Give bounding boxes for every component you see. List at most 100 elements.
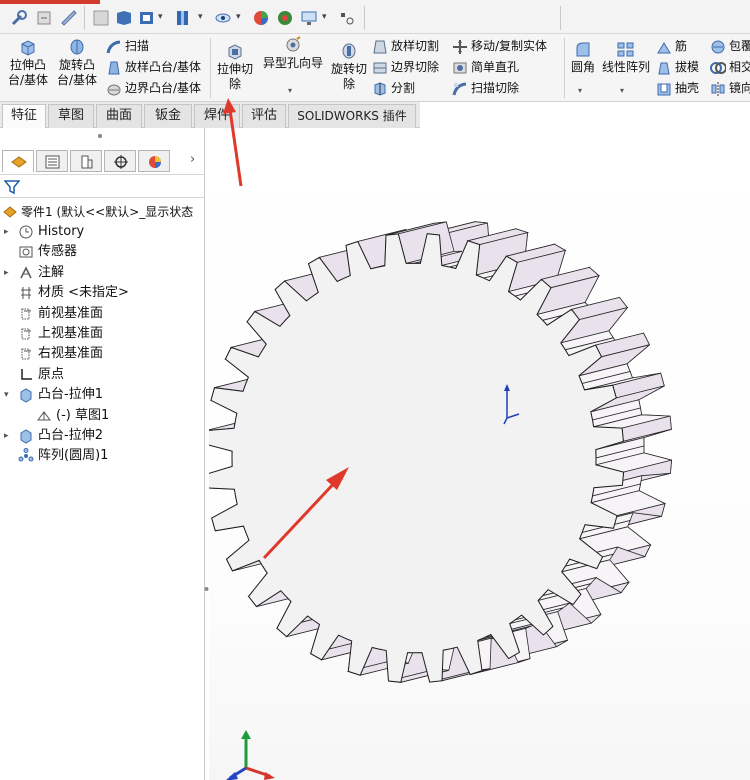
monitor-icon[interactable] <box>300 9 318 27</box>
loft-cut-button[interactable]: 放样切割 <box>372 38 439 55</box>
tab-configuration-manager[interactable] <box>70 150 102 172</box>
chevron-down-icon[interactable]: ▾ <box>236 12 241 22</box>
simple-hole-label: 简单直孔 <box>471 60 520 74</box>
loft-boss-button[interactable]: 放样凸台/基体 <box>106 59 201 76</box>
extrude-boss-button[interactable]: 拉伸凸 台/基体 <box>6 38 50 88</box>
tree-item-label: (-) 草图1 <box>56 407 110 423</box>
gear-model[interactable] <box>209 128 750 780</box>
sweep-icon <box>106 40 121 53</box>
intersect-label: 相交 <box>729 60 750 74</box>
sketch-icon <box>37 410 51 421</box>
boundary-boss-button[interactable]: 边界凸台/基体 <box>106 80 201 97</box>
split-icon <box>374 81 386 96</box>
plane-icon <box>21 308 31 320</box>
tab-surfaces[interactable]: 曲面 <box>96 104 142 128</box>
tab-sheet-metal[interactable]: 钣金 <box>144 104 192 128</box>
tree-item-label: 原点 <box>38 366 65 382</box>
annotation-arrow <box>223 98 243 187</box>
chevron-right-icon[interactable]: › <box>190 152 195 167</box>
circular-pattern-icon <box>18 448 34 462</box>
linear-pattern-icon <box>617 42 634 57</box>
move-copy-icon <box>453 39 467 54</box>
filter-icon[interactable] <box>4 179 20 195</box>
chevron-down-icon[interactable]: ▾ <box>288 86 292 95</box>
tab-property-manager[interactable] <box>36 150 68 172</box>
mirror-icon <box>711 81 725 96</box>
panel-tabs: › <box>0 150 205 172</box>
tab-display-manager[interactable] <box>138 150 170 172</box>
measure-icon[interactable] <box>60 9 78 27</box>
display-manager-icon <box>149 156 161 168</box>
intersect-button[interactable]: 相交 <box>710 59 750 76</box>
sweep-cut-icon <box>452 82 467 95</box>
sweep-cut-button[interactable]: 扫描切除 <box>452 80 519 97</box>
chevron-down-icon[interactable]: ▾ <box>578 86 582 95</box>
hole-wizard-button[interactable]: 异型孔向导 <box>258 36 328 71</box>
scene-icon[interactable] <box>276 9 294 27</box>
sweep-label: 扫描 <box>125 39 150 53</box>
rebuild-icon[interactable] <box>36 9 54 27</box>
revolve-boss-button[interactable]: 旋转凸 台/基体 <box>54 38 100 88</box>
tree-item-label: 材质 <未指定> <box>38 285 129 301</box>
tab-solidworks-addins[interactable]: SOLIDWORKS 插件 <box>288 104 416 128</box>
view-settings-icon[interactable] <box>338 9 356 27</box>
chevron-right-icon[interactable]: ▸ <box>4 222 14 242</box>
shell-icon <box>657 83 671 95</box>
chevron-down-icon[interactable]: ▾ <box>322 12 327 22</box>
separator <box>364 6 365 30</box>
loft-cut-icon <box>373 40 387 53</box>
draft-icon <box>658 62 670 74</box>
view-icon[interactable] <box>115 9 133 27</box>
boss-extrude-icon <box>20 429 32 444</box>
chevron-down-icon[interactable]: ▾ <box>158 12 163 22</box>
extrude-cut-button[interactable]: 拉伸切 除 <box>214 42 256 92</box>
revolve-cut-label: 旋转切 除 <box>330 62 367 91</box>
wrap-button[interactable]: 包覆 <box>710 38 750 55</box>
draft-button[interactable]: 拔模 <box>656 59 699 76</box>
panel-grip[interactable] <box>98 134 102 138</box>
section-view-icon[interactable] <box>174 9 192 27</box>
linear-pattern-button[interactable]: 线性阵列 <box>600 40 652 75</box>
simple-hole-button[interactable]: 简单直孔 <box>452 59 519 76</box>
move-copy-body-button[interactable]: 移动/复制实体 <box>452 38 547 55</box>
boundary-cut-icon <box>373 62 387 73</box>
annotation-icon <box>20 266 32 279</box>
tab-dimxpert[interactable] <box>104 150 136 172</box>
mirror-button[interactable]: 镜向 <box>710 80 750 97</box>
options-icon[interactable] <box>10 9 28 27</box>
rib-button[interactable]: 筋 <box>656 38 687 55</box>
linear-pattern-label: 线性阵列 <box>601 60 650 74</box>
tab-feature-tree[interactable] <box>2 150 34 172</box>
title-accent <box>0 0 100 4</box>
feature-manager-panel: › 零件1 (默认<<默认>_显示状态 ▸ History 传感器 ▸ 注解 材质 <未指… <box>0 128 209 780</box>
chevron-down-icon[interactable]: ▾ <box>4 385 14 405</box>
revolve-cut-icon <box>342 43 356 59</box>
sweep-button[interactable]: 扫描 <box>106 38 149 55</box>
shell-label: 抽壳 <box>675 81 700 95</box>
simple-hole-icon <box>453 62 467 73</box>
revolve-cut-button[interactable]: 旋转切 除 <box>328 42 370 92</box>
chevron-right-icon[interactable]: ▸ <box>4 263 14 283</box>
boundary-cut-button[interactable]: 边界切除 <box>372 59 439 76</box>
boundary-cut-label: 边界切除 <box>391 60 440 74</box>
chevron-right-icon[interactable]: ▸ <box>4 426 14 446</box>
chevron-down-icon[interactable]: ▾ <box>620 86 624 95</box>
chevron-down-icon[interactable]: ▾ <box>198 12 203 22</box>
hide-show-icon[interactable] <box>214 9 232 27</box>
shell-button[interactable]: 抽壳 <box>656 80 699 97</box>
appearance-icon[interactable] <box>252 9 270 27</box>
fillet-button[interactable]: 圆角 <box>566 40 600 75</box>
tree-item-label: 上视基准面 <box>38 326 104 341</box>
hole-wizard-label: 异型孔向导 <box>262 56 323 70</box>
split-button[interactable]: 分割 <box>372 80 415 97</box>
display-style-icon[interactable] <box>138 9 156 27</box>
save-icon[interactable] <box>92 9 110 27</box>
separator <box>210 38 211 98</box>
tab-sketch[interactable]: 草图 <box>48 104 94 128</box>
graphics-viewport[interactable] <box>209 128 750 780</box>
filter-bar[interactable] <box>0 174 205 198</box>
material-icon <box>21 287 31 300</box>
plane-icon <box>21 328 31 340</box>
hole-wizard-icon <box>286 36 301 52</box>
tab-features[interactable]: 特征 <box>2 104 46 128</box>
